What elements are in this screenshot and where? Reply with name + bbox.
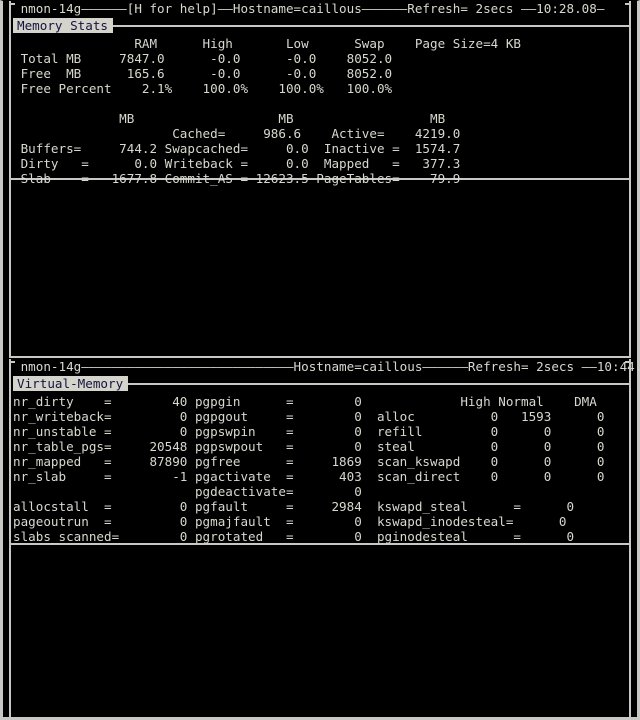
memory-stats-titlebar: nmon-14g——————[H for help]——Hostname=cai… [3,1,637,17]
memory-stats-empty-area [11,180,629,356]
table-row: Dirty = 0.0 Writeback = 0.0 Mapped = 377… [13,156,461,171]
virtual-memory-column-header: nr_dirty = 40 pgpgin = 0 High Normal DMA [13,394,597,409]
table-row: pgdeactivate= 0 [13,484,362,499]
table-row: Free Percent 2.1% 100.0% 100.0% 100.0% [13,81,393,96]
memory-stats-unit-header: MB MB MB [13,111,446,126]
memory-stats-column-header: RAM High Low Swap Page Size=4 KB [13,36,521,51]
table-row: Slab = 1677.8 Commit_AS = 12623.5 PageTa… [13,171,461,186]
spacer-row [13,96,627,111]
table-row: pageoutrun = 0 pgmajfault = 0 kswapd_ino… [13,514,567,529]
table-row: nr_table_pgs= 20548 pgpswpout = 0 steal … [13,439,605,454]
virtual-memory-titlebar: nmon-14g————————————————————————————Host… [3,359,640,375]
memory-stats-bottom-rule [9,356,631,358]
memory-stats-label-row: Memory Stats [3,17,637,34]
memory-stats-title-line: nmon-14g——————[H for help]——Hostname=cai… [13,1,605,16]
table-row: nr_mapped = 87890 pgfree = 1869 scan_ksw… [13,454,605,469]
table-row: Buffers= 744.2 Swapcached= 0.0 Inactive … [13,141,461,156]
table-row: Cached= 986.6 Active= 4219.0 [13,126,461,141]
virtual-memory-label-row: Virtual-Memory [3,375,637,392]
virtual-memory-title-line: nmon-14g————————————————————————————Host… [13,359,640,374]
table-row: nr_slab = -1 pgactivate = 403 scan_direc… [13,469,605,484]
table-row: nr_unstable = 0 pgpswpin = 0 refill 0 0 … [13,424,605,439]
panel-memory-stats: nmon-14g——————[H for help]——Hostname=cai… [3,1,637,358]
panel-virtual-memory: nmon-14g————————————————————————————Host… [3,359,640,718]
terminal-window[interactable]: nmon-14g——————[H for help]——Hostname=cai… [0,0,640,720]
memory-stats-body: RAM High Low Swap Page Size=4 KB Total M… [3,34,637,186]
table-row: allocstall = 0 pgfault = 2984 kswapd_ste… [13,499,575,514]
virtual-memory-section-label[interactable]: Virtual-Memory [13,376,129,391]
virtual-memory-body: nr_dirty = 40 pgpgin = 0 High Normal DMA… [3,392,637,544]
table-row: Free MB 165.6 -0.0 -0.0 8052.0 [13,66,393,81]
virtual-memory-empty-area [11,545,629,715]
memory-stats-section-label[interactable]: Memory Stats [13,18,113,33]
table-row: slabs_scanned= 0 pgrotated = 0 pginodest… [13,529,575,544]
table-row: nr_writeback= 0 pgpgout = 0 alloc 0 1593… [13,409,605,424]
table-row: Total MB 7847.0 -0.0 -0.0 8052.0 [13,51,393,66]
